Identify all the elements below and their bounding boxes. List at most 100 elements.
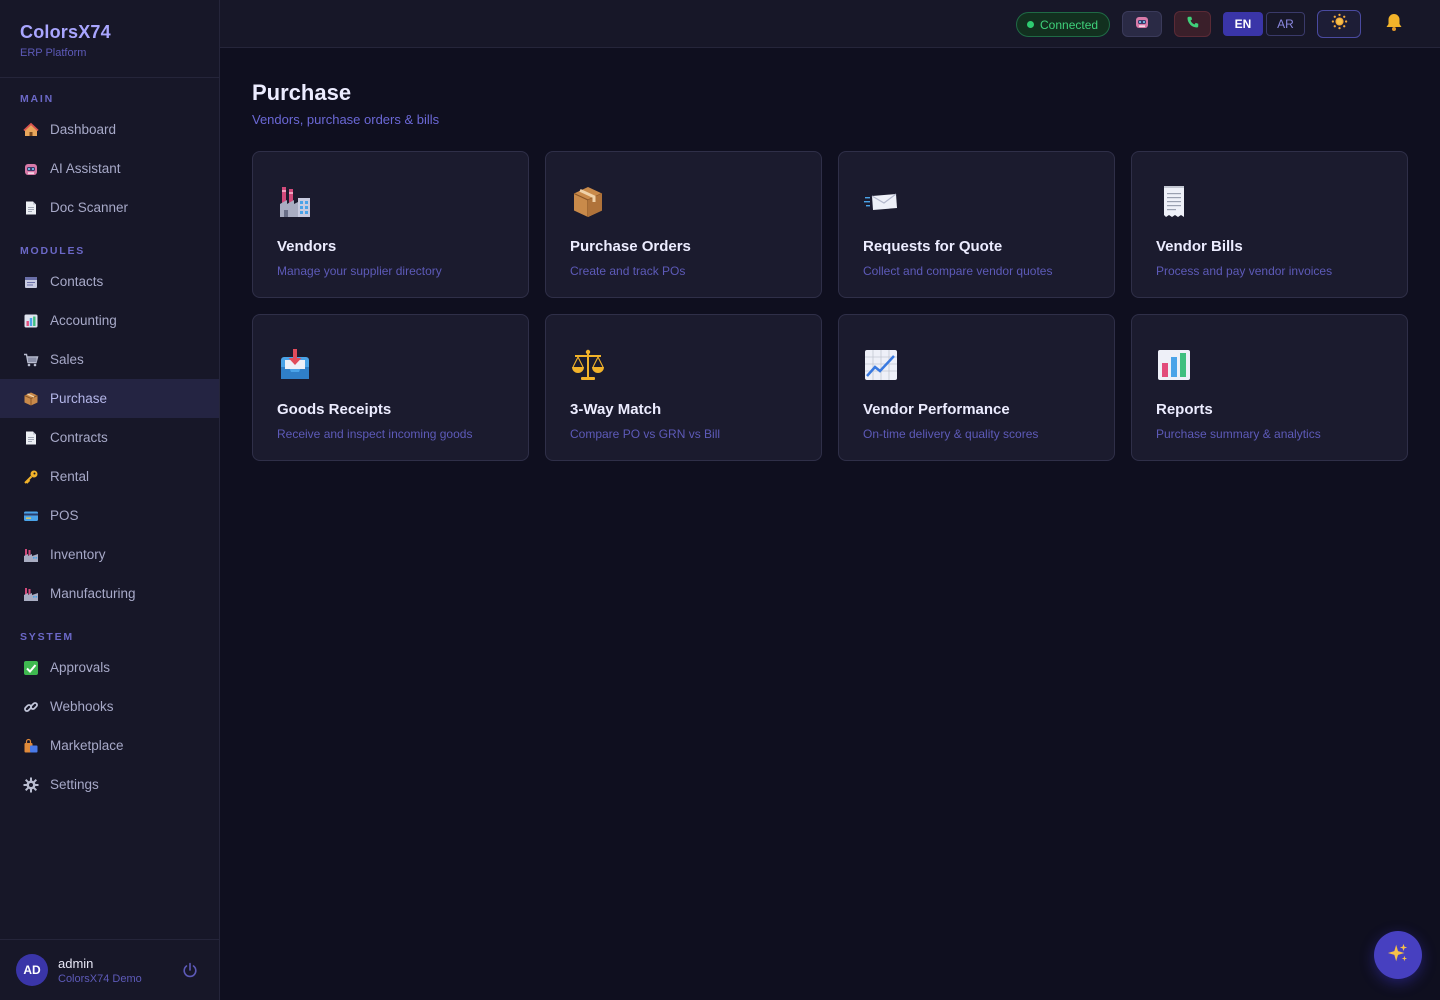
chart-increasing-icon [863,345,903,385]
inbox-tray-icon [277,345,317,385]
sidebar-item-label: Purchase [50,391,108,406]
ai-sparkle-button[interactable] [1374,931,1422,979]
call-button[interactable] [1174,11,1211,37]
sidebar-item-label: Accounting [50,313,117,328]
credit-card-icon [22,507,40,525]
language-en-button[interactable]: EN [1223,12,1263,36]
card-description: Receive and inspect incoming goods [277,427,473,441]
user-info: admin ColorsX74 Demo [58,956,142,985]
sidebar-item-inventory[interactable]: Inventory [0,535,219,574]
sidebar-item-label: Sales [50,352,84,367]
user-name: admin [58,955,94,971]
card-title: Goods Receipts [277,401,392,418]
language-ar-button[interactable]: AR [1266,12,1305,36]
sidebar-item-label: Approvals [50,660,111,675]
card-description: Manage your supplier directory [277,264,442,278]
document-icon [22,199,40,217]
bar-chart-icon [1156,345,1196,385]
ai-assistant-button[interactable] [1122,11,1162,37]
sidebar-item-settings[interactable]: Settings [0,765,219,804]
sidebar-item-label: Contacts [50,274,104,289]
card-reports[interactable]: Reports Purchase summary & analytics [1131,314,1408,461]
card-description: Compare PO vs GRN vs Bill [570,427,721,441]
sidebar-item-label: Settings [50,777,99,792]
card-title: 3-Way Match [570,401,662,418]
sidebar-item-accounting[interactable]: Accounting [0,301,219,340]
sidebar-item-label: POS [50,508,79,523]
factory-icon [22,585,40,603]
sidebar-item-marketplace[interactable]: Marketplace [0,726,219,765]
phone-icon [1186,15,1200,34]
sidebar-item-rental[interactable]: Rental [0,457,219,496]
card-description: Collect and compare vendor quotes [863,264,1053,278]
factory-icon [277,182,317,222]
sidebar: ColorsX74 ERP Platform MAIN Dashboard AI… [0,0,220,1000]
link-icon [22,698,40,716]
sidebar-item-label: Webhooks [50,699,114,714]
user-org: ColorsX74 Demo [58,972,142,985]
sidebar-item-approvals[interactable]: Approvals [0,648,219,687]
card-description: Process and pay vendor invoices [1156,264,1333,278]
card-vendor-performance[interactable]: Vendor Performance On-time delivery & qu… [838,314,1115,461]
package-icon [570,182,610,222]
sidebar-item-pos[interactable]: POS [0,496,219,535]
notifications-button[interactable] [1382,11,1406,37]
card-description: Purchase summary & analytics [1156,427,1321,441]
card-title: Requests for Quote [863,238,1003,255]
card-3-way-match[interactable]: 3-Way Match Compare PO vs GRN vs Bill [545,314,822,461]
top-bar: Connected EN AR [220,0,1440,48]
card-title: Vendors [277,238,337,255]
sidebar-item-sales[interactable]: Sales [0,340,219,379]
sidebar-item-label: Inventory [50,547,106,562]
nav-section-system: SYSTEM [20,631,74,643]
robot-icon [22,160,40,178]
sidebar-item-webhooks[interactable]: Webhooks [0,687,219,726]
package-icon [22,390,40,408]
sidebar-item-contacts[interactable]: Contacts [0,262,219,301]
card-title: Reports [1156,401,1213,418]
card-index-icon [22,273,40,291]
card-goods-receipts[interactable]: Goods Receipts Receive and inspect incom… [252,314,529,461]
check-box-icon [22,659,40,677]
receipt-icon [1156,182,1196,222]
sidebar-item-label: Dashboard [50,122,117,137]
card-vendors[interactable]: Vendors Manage your supplier directory [252,151,529,298]
card-title: Vendor Bills [1156,238,1243,255]
sidebar-item-manufacturing[interactable]: Manufacturing [0,574,219,613]
incoming-envelope-icon [863,182,903,222]
cart-icon [22,351,40,369]
avatar: AD [16,954,48,986]
balance-scale-icon [570,345,610,385]
sidebar-item-purchase[interactable]: Purchase [0,379,219,418]
sidebar-item-contracts[interactable]: Contracts [0,418,219,457]
card-description: On-time delivery & quality scores [863,427,1039,441]
connection-status-badge: Connected [1016,12,1110,37]
connection-status-label: Connected [1040,17,1099,32]
theme-toggle-button[interactable] [1317,10,1361,38]
page-subtitle: Vendors, purchase orders & bills [252,112,440,127]
shopping-bags-icon [22,737,40,755]
card-purchase-orders[interactable]: Purchase Orders Create and track POs [545,151,822,298]
brand-subtitle: ERP Platform [20,47,87,59]
factory-icon [22,546,40,564]
bell-icon [1384,12,1404,37]
brand-name: ColorsX74 [20,22,111,42]
sidebar-item-doc-scanner[interactable]: Doc Scanner [0,188,219,227]
sidebar-item-ai-assistant[interactable]: AI Assistant [0,149,219,188]
sidebar-item-label: Doc Scanner [50,200,129,215]
sidebar-item-label: Manufacturing [50,586,136,601]
sidebar-item-label: Rental [50,469,90,484]
page-title: Purchase [252,80,352,105]
sidebar-item-label: Contracts [50,430,108,445]
logout-power-icon[interactable] [181,961,199,979]
sidebar-item-label: Marketplace [50,738,124,753]
key-icon [22,468,40,486]
card-requests-for-quote[interactable]: Requests for Quote Collect and compare v… [838,151,1115,298]
status-dot-icon [1027,21,1034,28]
card-description: Create and track POs [570,264,686,278]
bar-chart-icon [22,312,40,330]
sidebar-item-dashboard[interactable]: Dashboard [0,110,219,149]
user-profile[interactable]: AD admin ColorsX74 Demo [0,939,219,1000]
purchase-modules-grid: Vendors Manage your supplier directory P… [252,151,1408,461]
card-vendor-bills[interactable]: Vendor Bills Process and pay vendor invo… [1131,151,1408,298]
